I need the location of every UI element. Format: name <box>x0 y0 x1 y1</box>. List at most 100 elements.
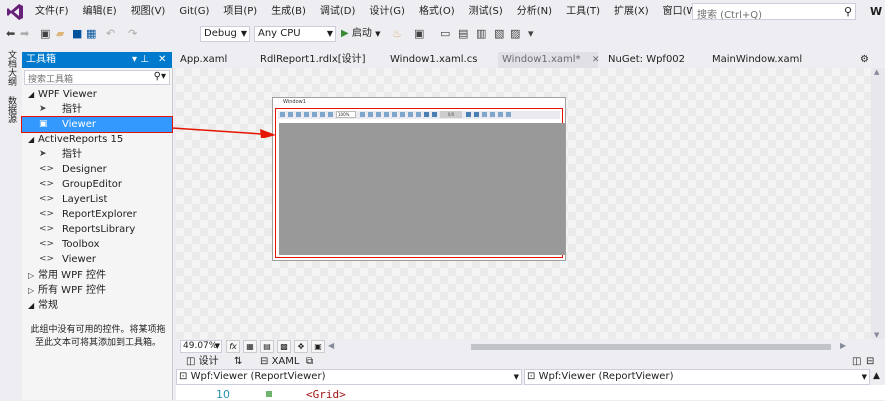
bookmark-icon[interactable]: ▭ <box>440 26 450 42</box>
toolbox-group-all-wpf[interactable]: ▷ 所有 WPF 控件 <box>22 283 172 298</box>
menu-design[interactable]: 设计(G) <box>362 0 412 24</box>
save-all-icon[interactable]: ▦ <box>86 26 96 42</box>
config-select[interactable]: Debug ▼ <box>200 26 250 42</box>
toolbox-item-designer[interactable]: <> Designer <box>22 162 172 177</box>
menu-format[interactable]: 格式(O) <box>412 0 462 24</box>
tab-rdlreport1[interactable]: RdlReport1.rdlx[设计] <box>256 52 370 68</box>
menu-bar: 文件(F) 编辑(E) 视图(V) Git(G) 项目(P) 生成(B) 调试(… <box>0 0 885 24</box>
menu-analyze[interactable]: 分析(N) <box>510 0 559 24</box>
toolbar-icon <box>320 112 325 117</box>
vertical-scrollbar[interactable]: ▲ ▼ <box>871 68 885 339</box>
group-label: ActiveReports 15 <box>38 134 124 145</box>
tab-app-xaml[interactable]: App.xaml <box>176 52 231 68</box>
toolbox-search-input[interactable]: 搜索工具箱 ⚲▾ <box>24 70 170 85</box>
horizontal-split-icon[interactable]: ⊟ <box>866 354 874 369</box>
toolbox-item-reportslibrary[interactable]: <> ReportsLibrary <box>22 222 172 237</box>
menu-edit[interactable]: 编辑(E) <box>76 0 124 24</box>
redo-icon[interactable]: ↷ <box>128 26 137 42</box>
tab-window1-cs[interactable]: Window1.xaml.cs <box>386 52 481 68</box>
comment-icon[interactable]: ▤ <box>458 26 468 42</box>
toolbox-item-pointer[interactable]: ➤ 指针 <box>22 102 172 117</box>
chevron-down-icon: ▼ <box>214 342 220 350</box>
uncomment-icon[interactable]: ▥ <box>476 26 486 42</box>
element-selector-left[interactable]: ⊡ Wpf:Viewer (ReportViewer) ▼ <box>176 369 522 385</box>
toolbar-icon <box>482 112 487 117</box>
outdent-icon[interactable]: ▨ <box>510 26 520 42</box>
toolbox-item-pointer[interactable]: ➤ 指针 <box>22 147 172 162</box>
scroll-right-icon[interactable]: ▶ <box>840 341 846 350</box>
hot-reload-icon[interactable]: ♨ <box>392 26 402 42</box>
tab-nuget[interactable]: NuGet: Wpf002 <box>604 52 689 68</box>
toolbox-item-toolbox[interactable]: <> Toolbox <box>22 237 172 252</box>
xaml-label: XAML <box>271 356 300 367</box>
toolbox-group-common-wpf[interactable]: ▷ 常用 WPF 控件 <box>22 268 172 283</box>
close-icon[interactable]: ✕ <box>158 52 166 68</box>
tab-document-outline[interactable]: 文档大纲 <box>5 50 18 86</box>
component-icon: <> <box>39 179 55 189</box>
toolbox-item-layerlist[interactable]: <> LayerList <box>22 192 172 207</box>
item-label: ReportExplorer <box>62 209 137 220</box>
expand-icon[interactable]: ▲ <box>873 371 880 381</box>
toolbox-item-groupeditor[interactable]: <> GroupEditor <box>22 177 172 192</box>
xaml-tab[interactable]: ⊟ XAML <box>260 354 299 369</box>
xaml-code-editor[interactable]: 10 <Grid> <box>176 385 885 401</box>
toolbox-group-activereports[interactable]: ◢ ActiveReports 15 <box>22 132 172 147</box>
snap-gridlines-icon[interactable]: ▤ <box>260 340 274 353</box>
popout-xaml-icon[interactable]: ⧉ <box>306 354 313 369</box>
gear-icon[interactable]: ⚙ <box>860 52 869 68</box>
tab-window1-xaml-active[interactable]: Window1.xaml* <box>498 52 598 68</box>
design-tab[interactable]: ◫ 设计 <box>186 354 219 369</box>
fx-button[interactable]: fx <box>226 340 240 353</box>
window1-preview[interactable]: Window1 100% 0/0 <box>272 97 566 261</box>
dropdown-icon[interactable]: ▾ ⊥ <box>132 52 149 68</box>
toolbox-item-viewer[interactable]: <> Viewer <box>22 252 172 267</box>
xaml-navigation-bar: ⊡ Wpf:Viewer (ReportViewer) ▼ ⊡ Wpf:View… <box>176 369 885 385</box>
element-selector-right[interactable]: ⊡ Wpf:Viewer (ReportViewer) ▼ <box>524 369 870 385</box>
viewer-control-selected[interactable]: 100% 0/0 <box>275 108 565 258</box>
menu-file[interactable]: 文件(F) <box>28 0 76 24</box>
close-tab-icon[interactable]: ✕ <box>592 52 600 68</box>
menu-extensions[interactable]: 扩展(X) <box>607 0 656 24</box>
snap-to-icon[interactable]: ✥ <box>294 340 308 353</box>
search-input[interactable]: 搜索 (Ctrl+Q) ⚲ <box>692 3 856 21</box>
toolbox-item-viewer-selected[interactable]: ▣ Viewer <box>21 116 173 133</box>
undo-icon[interactable]: ↶ <box>106 26 115 42</box>
scroll-left-icon[interactable]: ◀ <box>328 341 334 350</box>
toolbox-group-wpf-viewer[interactable]: ◢ WPF Viewer <box>22 87 172 102</box>
toolbar-options-icon[interactable]: ▾ <box>528 26 534 42</box>
back-icon[interactable]: ⬅ <box>6 26 15 42</box>
report-canvas <box>279 123 565 255</box>
swap-panes-icon[interactable]: ⇅ <box>234 354 242 369</box>
scroll-down-icon[interactable]: ▼ <box>874 331 879 339</box>
artboard-background-icon[interactable]: ▩ <box>277 340 291 353</box>
menu-project[interactable]: 项目(P) <box>216 0 264 24</box>
forward-icon[interactable]: ➡ <box>20 26 29 42</box>
save-icon[interactable]: ■ <box>72 26 82 42</box>
new-project-icon[interactable]: ▣ <box>40 26 50 42</box>
tab-data-sources[interactable]: 数据源 <box>5 96 18 123</box>
menu-build[interactable]: 生成(B) <box>264 0 313 24</box>
menu-view[interactable]: 视图(V) <box>124 0 173 24</box>
grid-toggle-icon[interactable]: ▦ <box>243 340 257 353</box>
menu-test[interactable]: 测试(S) <box>462 0 510 24</box>
menu-debug[interactable]: 调试(D) <box>313 0 363 24</box>
device-preview-icon[interactable]: ▣ <box>311 340 325 353</box>
vertical-split-icon[interactable]: ◫ <box>852 354 861 369</box>
zoom-select[interactable]: 49.07% ▼ <box>180 340 222 353</box>
start-button[interactable]: ▶ 启动 ▼ <box>341 26 380 42</box>
horizontal-scrollbar-thumb[interactable] <box>471 344 831 350</box>
indent-icon[interactable]: ▧ <box>494 26 504 42</box>
toolbox-empty-message: 此组中没有可用的控件。将某项拖至此文本可将其添加到工具箱。 <box>30 325 166 348</box>
scroll-up-icon[interactable]: ▲ <box>874 68 879 76</box>
platform-select[interactable]: Any CPU ▼ <box>254 26 336 42</box>
toolbox-item-reportexplorer[interactable]: <> ReportExplorer <box>22 207 172 222</box>
live-visual-tree-icon[interactable]: ▣ <box>414 26 424 42</box>
menu-git[interactable]: Git(G) <box>172 0 216 24</box>
viewer-page-indicator: 0/0 <box>440 111 462 118</box>
menu-tools[interactable]: 工具(T) <box>559 0 607 24</box>
toolbox-group-general[interactable]: ◢ 常规 <box>22 298 172 313</box>
open-folder-icon[interactable]: ▰ <box>56 26 64 42</box>
collapsed-icon: ▷ <box>28 271 35 280</box>
toolbar-icon <box>416 112 421 117</box>
tab-mainwindow-xaml[interactable]: MainWindow.xaml <box>708 52 806 68</box>
